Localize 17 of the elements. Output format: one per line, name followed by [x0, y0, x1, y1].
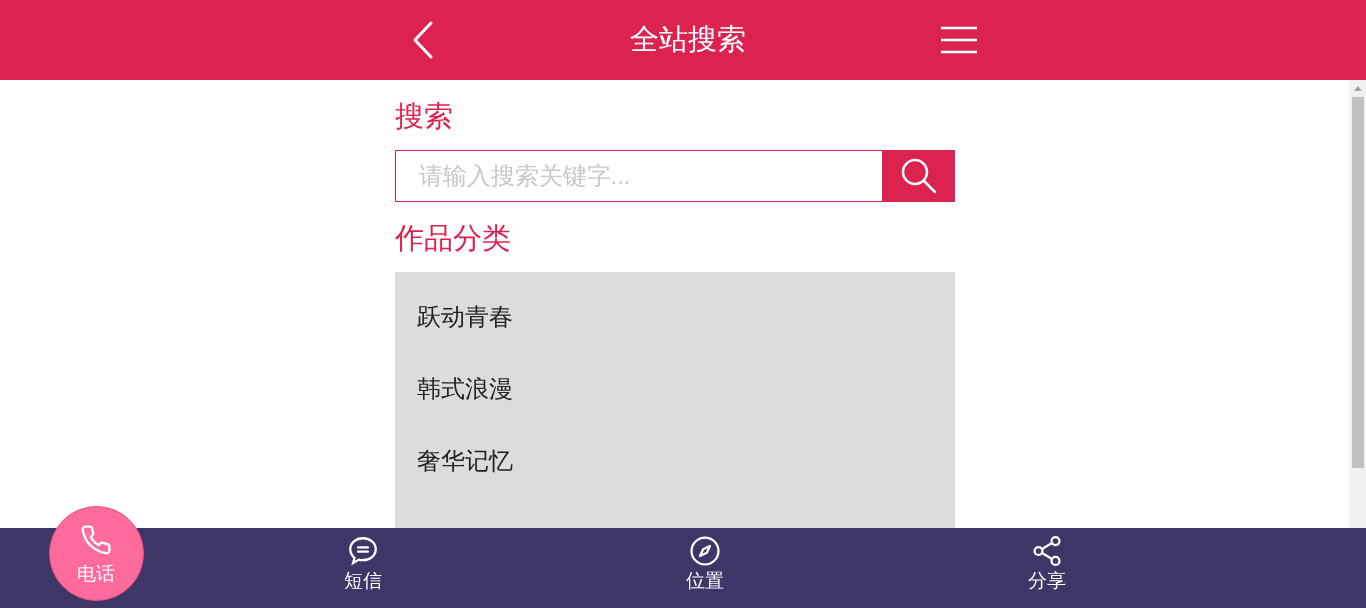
category-link[interactable]: 跃动青春 — [416, 299, 513, 335]
footer-tab[interactable]: 短信 — [344, 528, 382, 608]
search-button[interactable] — [882, 150, 955, 202]
back-icon[interactable] — [411, 20, 435, 60]
category-link[interactable]: 韩式浪漫 — [416, 371, 513, 407]
footer-tab[interactable]: 位置 — [686, 528, 724, 608]
page-title: 全站搜索 — [630, 22, 746, 58]
section-heading: 作品分类 — [394, 221, 512, 256]
share-icon — [1030, 534, 1064, 568]
footer-tab[interactable]: 分享 — [1028, 528, 1066, 608]
category-link[interactable]: 奢华记忆 — [416, 443, 513, 479]
compass-icon — [688, 534, 722, 568]
chat-bubble-icon — [346, 534, 380, 568]
menu-icon[interactable] — [941, 26, 977, 54]
section-heading: 搜索 — [394, 99, 454, 134]
search-icon — [899, 157, 938, 195]
phone-icon — [80, 524, 112, 556]
